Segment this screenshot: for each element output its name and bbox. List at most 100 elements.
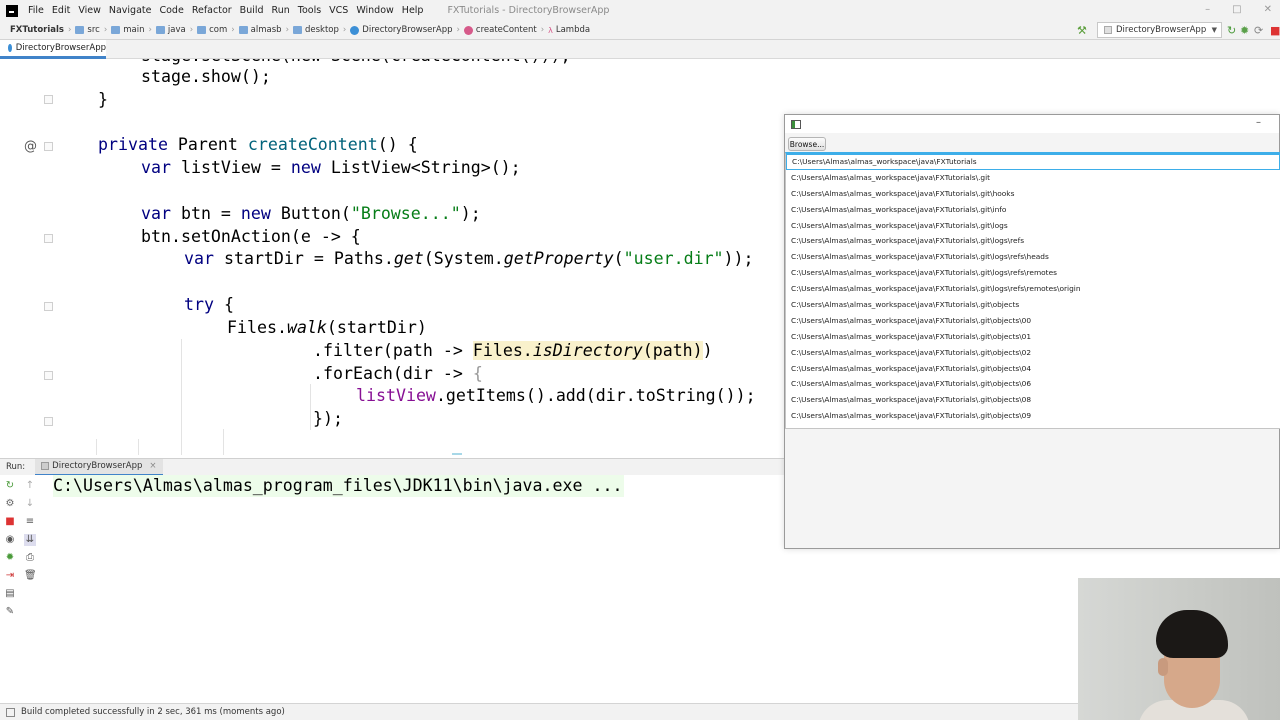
intellij-logo-icon xyxy=(6,4,18,17)
menu-edit[interactable]: Edit xyxy=(48,5,74,16)
list-item[interactable]: C:\Users\Almas\almas_workspace\java\FXTu… xyxy=(786,376,1280,392)
list-item[interactable]: C:\Users\Almas\almas_workspace\java\FXTu… xyxy=(786,186,1280,202)
layout-icon[interactable]: ▤ xyxy=(4,588,16,600)
menu-build[interactable]: Build xyxy=(236,5,268,16)
fold-marker-icon[interactable] xyxy=(44,302,53,311)
list-item[interactable]: C:\Users\Almas\almas_workspace\java\FXTu… xyxy=(786,392,1280,408)
list-item[interactable]: C:\Users\Almas\almas_workspace\java\FXTu… xyxy=(786,408,1280,424)
folder-icon xyxy=(155,26,165,34)
chevron-down-icon: ▼ xyxy=(1211,26,1217,34)
maximize-icon[interactable]: □ xyxy=(1232,4,1241,15)
menu-navigate[interactable]: Navigate xyxy=(105,5,156,16)
list-item[interactable]: C:\Users\Almas\almas_workspace\java\FXTu… xyxy=(786,202,1280,218)
scroll-to-end-icon[interactable]: ⇊ xyxy=(24,534,36,546)
rerun-icon[interactable]: ↻ xyxy=(4,480,16,492)
menu-help[interactable]: Help xyxy=(398,5,428,16)
debug-icon[interactable]: ✹ xyxy=(4,552,16,564)
menu-refactor[interactable]: Refactor xyxy=(188,5,236,16)
menu-tools[interactable]: Tools xyxy=(294,5,325,16)
editor-tab[interactable]: DirectoryBrowserApp xyxy=(0,40,106,59)
breadcrumb-main[interactable]: main xyxy=(111,25,148,35)
code-line: var btn = new Button("Browse..."); xyxy=(141,204,481,223)
debug-icon[interactable]: ✹ xyxy=(1240,24,1249,37)
list-item[interactable]: C:\Users\Almas\almas_workspace\java\FXTu… xyxy=(786,329,1280,345)
editor-gutter xyxy=(0,59,60,455)
breadcrumb-java[interactable]: java xyxy=(155,25,190,35)
breadcrumb-project[interactable]: FXTutorials xyxy=(0,25,68,35)
code-line: private Parent createContent() { xyxy=(98,135,418,154)
code-line: btn.setOnAction(e -> { xyxy=(141,227,361,246)
directory-list-view[interactable]: C:\Users\Almas\almas_workspace\java\FXTu… xyxy=(785,152,1280,429)
list-item[interactable]: C:\Users\Almas\almas_workspace\java\FXTu… xyxy=(786,249,1280,265)
folder-icon xyxy=(197,26,207,34)
arrow-up-icon[interactable]: ↑ xyxy=(24,480,36,492)
window-title: FXTutorials - DirectoryBrowserApp xyxy=(447,5,610,16)
editor-tab-bar: DirectoryBrowserApp xyxy=(0,40,1280,59)
fold-marker-icon[interactable] xyxy=(44,371,53,380)
list-item[interactable]: C:\Users\Almas\almas_workspace\java\FXTu… xyxy=(786,170,1280,186)
list-item[interactable]: C:\Users\Almas\almas_workspace\java\FXTu… xyxy=(786,218,1280,234)
breadcrumb-class[interactable]: DirectoryBrowserApp xyxy=(350,25,456,35)
chevron-right-icon: › xyxy=(189,25,194,35)
folder-icon xyxy=(238,26,248,34)
menu-code[interactable]: Code xyxy=(155,5,187,16)
soft-wrap-icon[interactable]: ≡ xyxy=(24,516,36,528)
list-item[interactable]: C:\Users\Almas\almas_workspace\java\FXTu… xyxy=(786,281,1280,297)
tool-windows-icon[interactable] xyxy=(6,707,15,717)
run-label: Run: xyxy=(6,462,26,472)
stop-icon[interactable]: ■ xyxy=(1270,24,1280,37)
breadcrumb-com[interactable]: com xyxy=(197,25,231,35)
pin-icon[interactable]: ✎ xyxy=(4,606,16,618)
print-icon[interactable]: ⎙ xyxy=(24,552,36,564)
run-tab-label: DirectoryBrowserApp xyxy=(52,461,143,471)
minimize-icon[interactable]: – xyxy=(1205,4,1210,15)
wrench-icon[interactable]: ⚙ xyxy=(4,498,16,510)
breadcrumb-almasb[interactable]: almasb xyxy=(238,25,286,35)
override-marker-icon[interactable]: @ xyxy=(24,139,37,154)
coverage-icon[interactable]: ⟳ xyxy=(1254,24,1263,37)
run-tab[interactable]: DirectoryBrowserApp × xyxy=(35,458,163,476)
menu-vcs[interactable]: VCS xyxy=(325,5,352,16)
list-item[interactable]: C:\Users\Almas\almas_workspace\java\FXTu… xyxy=(786,233,1280,249)
fold-marker-icon[interactable] xyxy=(44,417,53,426)
close-tab-icon[interactable]: × xyxy=(149,461,156,471)
chevron-right-icon: › xyxy=(148,25,152,35)
browse-button[interactable]: Browse... xyxy=(788,137,826,151)
breadcrumb-desktop[interactable]: desktop xyxy=(292,25,343,35)
list-item[interactable]: C:\Users\Almas\almas_workspace\java\FXTu… xyxy=(786,297,1280,313)
fold-marker-icon[interactable] xyxy=(44,234,53,243)
list-item[interactable]: C:\Users\Almas\almas_workspace\java\FXTu… xyxy=(786,265,1280,281)
code-line: Files.walk(startDir) xyxy=(227,318,427,337)
menu-file[interactable]: File xyxy=(24,5,48,16)
list-item[interactable]: C:\Users\Almas\almas_workspace\java\FXTu… xyxy=(786,361,1280,377)
breadcrumb-method[interactable]: createContent xyxy=(463,25,541,35)
trash-icon[interactable]: 🗑 xyxy=(24,570,37,582)
camera-icon[interactable]: ◉ xyxy=(4,534,16,546)
rerun-icon[interactable]: ↻ xyxy=(1227,24,1236,37)
fold-marker-icon[interactable] xyxy=(44,142,53,151)
breadcrumb-lambda[interactable]: λ Lambda xyxy=(548,25,594,35)
stop-icon[interactable]: ■ xyxy=(4,516,16,528)
breadcrumb-src[interactable]: src xyxy=(75,25,103,35)
indent-guide xyxy=(310,384,311,430)
menu-window[interactable]: Window xyxy=(352,5,397,16)
menu-run[interactable]: Run xyxy=(268,5,294,16)
build-hammer-icon[interactable]: ⚒ xyxy=(1077,24,1087,37)
app-config-icon xyxy=(41,462,50,470)
list-item[interactable]: C:\Users\Almas\almas_workspace\java\FXTu… xyxy=(786,313,1280,329)
menu-view[interactable]: View xyxy=(74,5,105,16)
list-item[interactable]: C:\Users\Almas\almas_workspace\java\FXTu… xyxy=(786,345,1280,361)
chevron-right-icon: › xyxy=(231,25,235,35)
arrow-down-icon[interactable]: ↓ xyxy=(24,498,36,510)
code-editor[interactable]: @ stage.setScene(new Scene(createContent… xyxy=(0,59,785,455)
code-line: .filter(path -> Files.isDirectory(path)) xyxy=(313,341,713,360)
menu-bar: File Edit View Navigate Code Refactor Bu… xyxy=(0,0,1280,21)
exit-icon[interactable]: ⇥ xyxy=(4,570,16,582)
fold-marker-icon[interactable] xyxy=(44,95,53,104)
folder-icon xyxy=(75,26,85,34)
folder-icon xyxy=(292,26,302,34)
minimize-icon[interactable]: – xyxy=(1256,117,1261,128)
run-configuration-select[interactable]: DirectoryBrowserApp ▼ xyxy=(1097,22,1222,38)
close-icon[interactable]: ✕ xyxy=(1264,4,1272,15)
list-item[interactable]: C:\Users\Almas\almas_workspace\java\FXTu… xyxy=(786,154,1280,170)
